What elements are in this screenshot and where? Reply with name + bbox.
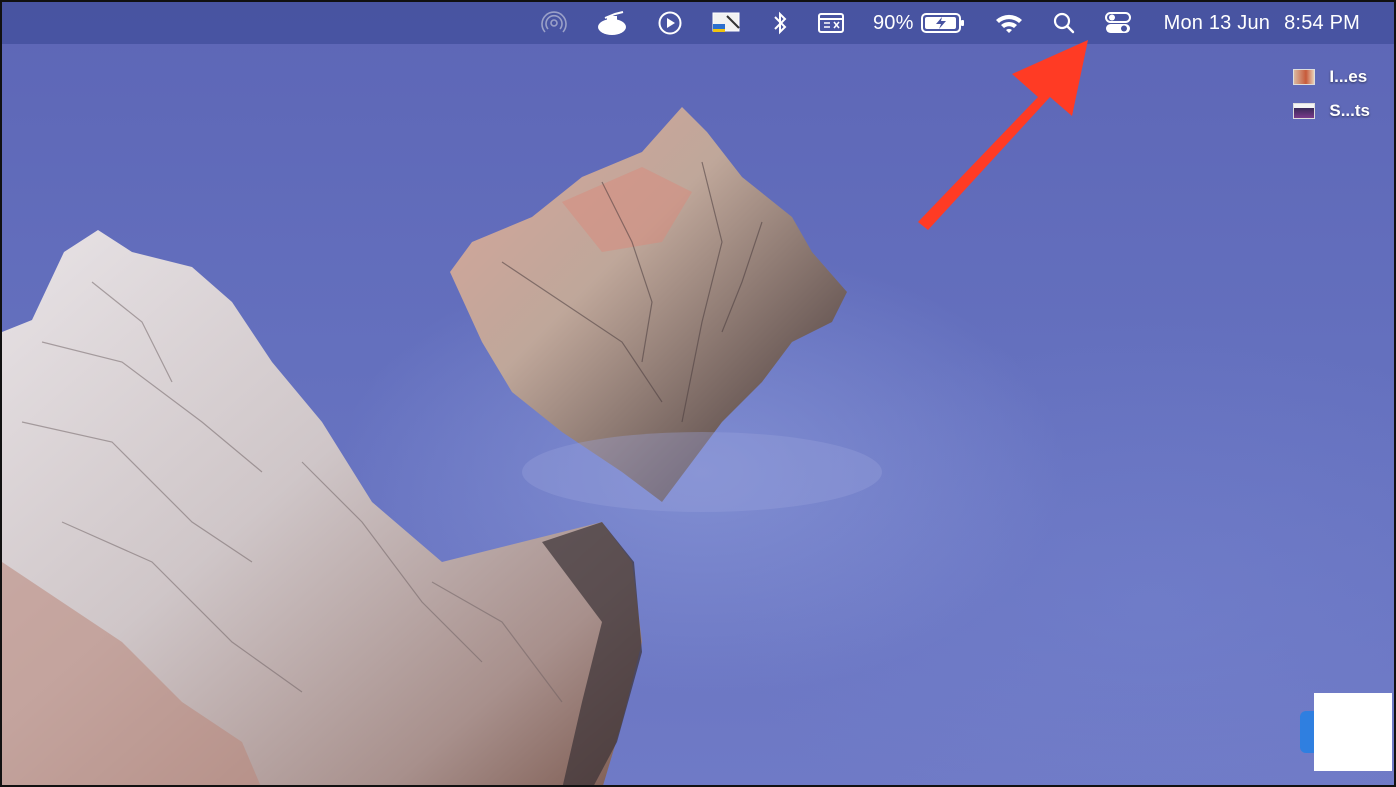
- desktop-screen: 90% Mon 13 Jun 8:54 PM I...es S...ts: [0, 0, 1396, 787]
- corner-overlay: [1314, 693, 1392, 771]
- annotation-arrow: [918, 40, 1088, 230]
